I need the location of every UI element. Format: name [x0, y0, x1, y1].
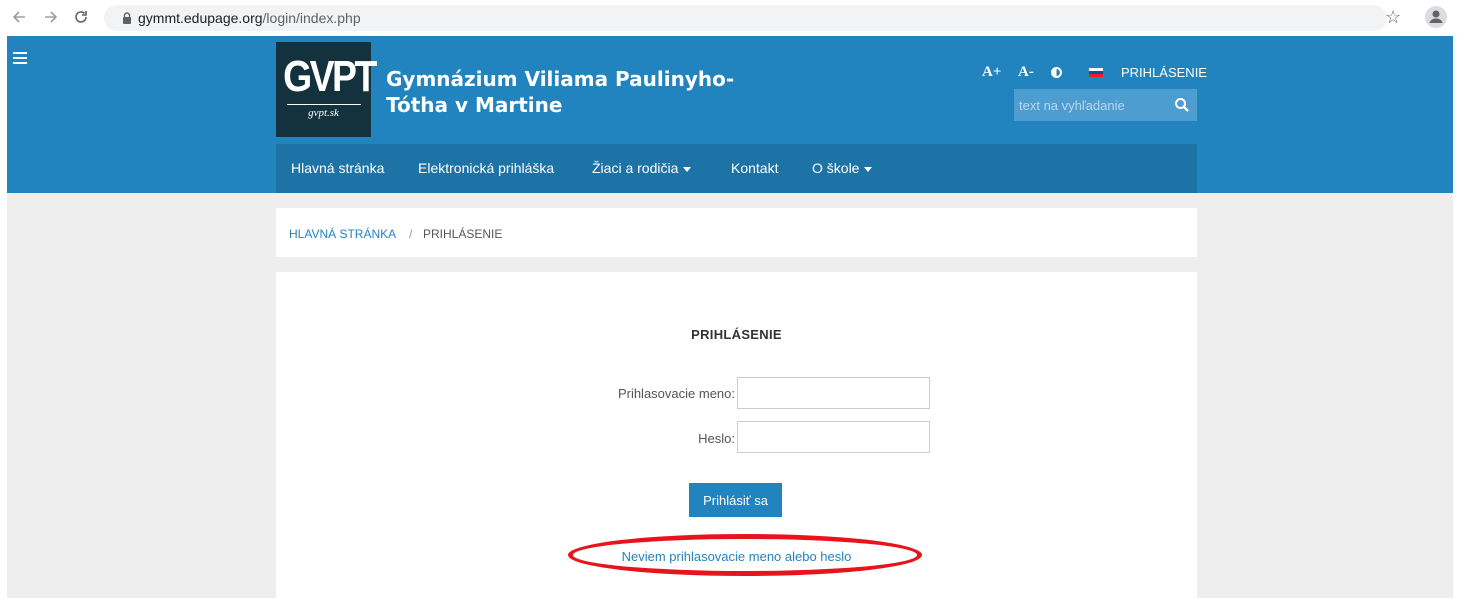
main-nav: Hlavná stránka Elektronická prihláška Ži… — [276, 144, 1197, 193]
login-title: PRIHLÁSENIE — [691, 327, 782, 342]
nav-item-home[interactable]: Hlavná stránka — [291, 144, 384, 193]
reload-button[interactable] — [70, 6, 92, 28]
slovak-flag-icon[interactable] — [1089, 68, 1103, 77]
logo-divider — [286, 104, 361, 105]
search-box — [1014, 89, 1197, 121]
site-title-line1: Gymnázium Viliama Paulinyho- — [386, 67, 735, 91]
search-input[interactable] — [1014, 89, 1164, 121]
nav-item-e-application[interactable]: Elektronická prihláška — [418, 144, 554, 193]
contrast-icon[interactable] — [1051, 67, 1062, 78]
site-header: GVPT gvpt.sk Gymnázium Viliama Paulinyho… — [7, 36, 1453, 193]
caret-down-icon — [683, 166, 692, 172]
nav-item-about-school[interactable]: O škole — [812, 144, 873, 193]
profile-icon[interactable] — [1425, 6, 1447, 28]
hamburger-icon[interactable] — [13, 52, 27, 64]
search-icon[interactable] — [1174, 97, 1190, 113]
login-button[interactable]: Prihlásiť sa — [689, 483, 782, 517]
username-input[interactable] — [737, 377, 930, 409]
nav-item-contact[interactable]: Kontakt — [731, 144, 778, 193]
nav-item-students-parents[interactable]: Žiaci a rodičia — [592, 144, 692, 193]
password-input[interactable] — [737, 421, 930, 453]
address-bar[interactable]: gymmt.edupage.org/login/index.php — [104, 5, 1387, 31]
password-label: Heslo: — [698, 431, 735, 446]
arrow-left-icon — [12, 11, 25, 23]
url-path: /login/index.php — [262, 10, 361, 26]
highlight-ellipse — [568, 534, 922, 576]
nav-item-students-parents-label: Žiaci a rodičia — [592, 160, 679, 176]
font-increase-button[interactable]: A+ — [982, 64, 1001, 81]
school-logo[interactable]: GVPT gvpt.sk — [276, 42, 377, 137]
breadcrumb-separator: / — [409, 227, 413, 241]
forward-button[interactable] — [40, 6, 62, 28]
username-label: Prihlasovacie meno: — [617, 386, 735, 401]
breadcrumb-home[interactable]: HLAVNÁ STRÁNKA — [289, 227, 396, 241]
site-title-line2: Tótha v Martine — [386, 93, 563, 117]
caret-down-icon — [864, 166, 873, 172]
site-title[interactable]: Gymnázium Viliama Paulinyho- Tótha v Mar… — [386, 66, 806, 118]
font-decrease-button[interactable]: A- — [1018, 64, 1034, 81]
breadcrumb: HLAVNÁ STRÁNKA / PRIHLÁSENIE — [276, 208, 1197, 257]
arrow-right-icon — [45, 11, 58, 23]
reload-icon — [75, 11, 87, 23]
header-login-link[interactable]: PRIHLÁSENIE — [1121, 65, 1207, 80]
url-text: gymmt.edupage.org/login/index.php — [138, 10, 361, 26]
page-content: GVPT gvpt.sk Gymnázium Viliama Paulinyho… — [7, 36, 1453, 598]
logo-subtext: gvpt.sk — [308, 107, 339, 119]
browser-toolbar: gymmt.edupage.org/login/index.php ☆ — [0, 0, 1459, 36]
back-button[interactable] — [8, 6, 30, 28]
star-icon[interactable]: ☆ — [1385, 6, 1401, 28]
nav-item-about-school-label: O škole — [812, 160, 860, 176]
logo-text: GVPT — [283, 52, 377, 101]
lock-icon — [123, 12, 131, 24]
url-domain: gymmt.edupage.org — [138, 10, 263, 26]
breadcrumb-current: PRIHLÁSENIE — [423, 227, 503, 241]
